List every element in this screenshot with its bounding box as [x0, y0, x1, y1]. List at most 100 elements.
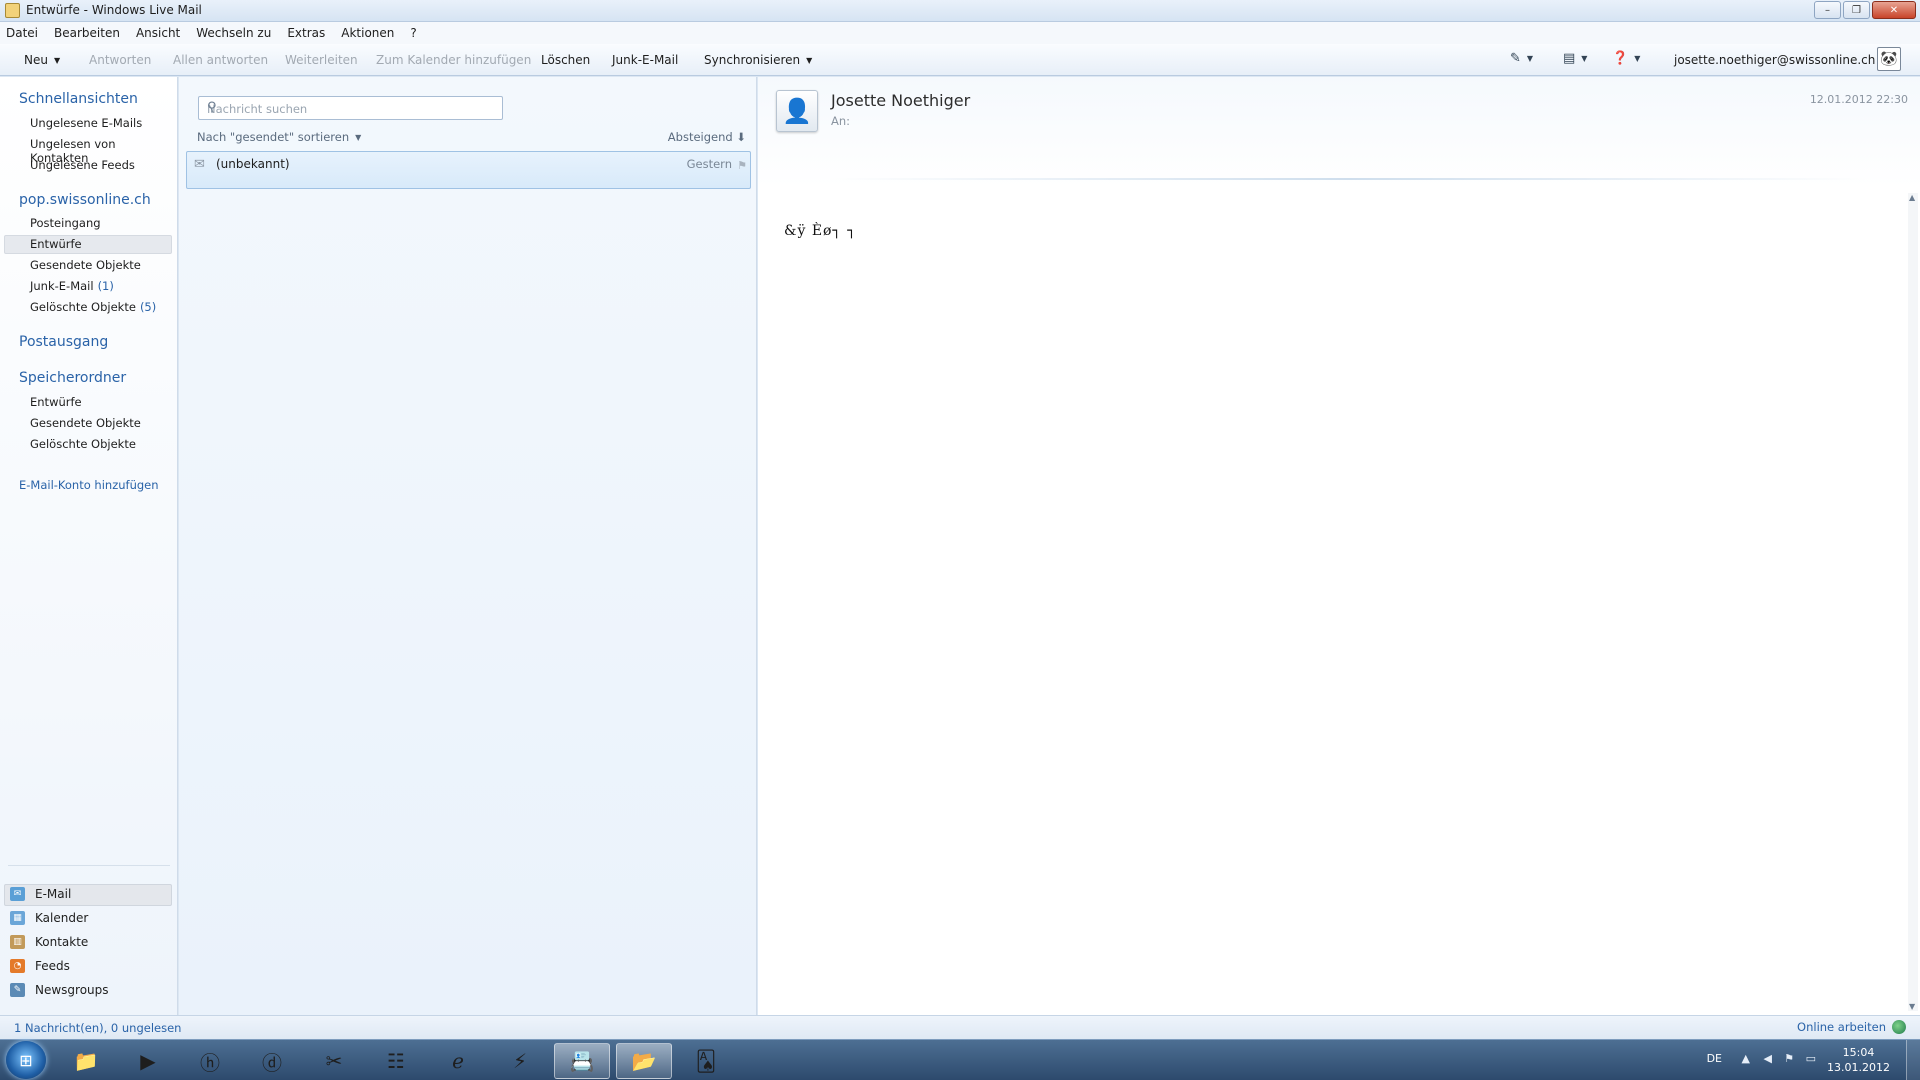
search-icon[interactable]: ⚲: [207, 100, 494, 115]
winamp-icon[interactable]: ⚡: [492, 1043, 548, 1079]
menu-wechseln-zu[interactable]: Wechseln zu: [196, 26, 271, 40]
scroll-up-icon[interactable]: ▲: [1909, 193, 1915, 202]
nav-label: E-Mail: [35, 887, 72, 901]
folder-inbox[interactable]: Posteingang: [30, 216, 101, 230]
menu-help[interactable]: ?: [410, 26, 416, 40]
globe-icon: [1892, 1020, 1906, 1034]
taskbar: ⊞ 📁 ▶ ⓗ ⓓ ✂ ☷ ℯ ⚡ 📇 📂 🂡 DE ▲ ◀ ⚑ ▭ 15:04…: [0, 1039, 1920, 1080]
sender-avatar[interactable]: 👤: [776, 90, 818, 132]
nav-label: Feeds: [35, 959, 70, 973]
nav-mail[interactable]: ✉ E-Mail: [10, 887, 71, 901]
menu-bar: Datei Bearbeiten Ansicht Wechseln zu Ext…: [0, 22, 1920, 44]
window-controls: – ❐ ✕: [1814, 1, 1916, 19]
menu-bearbeiten[interactable]: Bearbeiten: [54, 26, 120, 40]
dreamweaver-icon[interactable]: ⓓ: [244, 1043, 300, 1079]
media-player-icon[interactable]: ▶: [120, 1043, 176, 1079]
junk-button[interactable]: Junk-E-Mail: [612, 53, 678, 67]
unread-count: (1): [97, 279, 114, 293]
chevron-down-icon: ▼: [355, 133, 362, 142]
envelope-icon: ✉: [194, 157, 205, 172]
folder-sent[interactable]: Gesendete Objekte: [30, 258, 141, 272]
add-to-calendar-button[interactable]: Zum Kalender hinzufügen: [376, 53, 531, 67]
sync-button[interactable]: Synchronisieren ▼: [704, 53, 812, 67]
explorer-icon[interactable]: 📁: [58, 1043, 114, 1079]
divider: [8, 865, 170, 866]
solitaire-icon[interactable]: 🂡: [678, 1043, 734, 1079]
nav-feeds[interactable]: ◔ Feeds: [10, 959, 70, 973]
layout-icon[interactable]: ▤ ▼: [1563, 51, 1587, 66]
reply-button[interactable]: Antworten: [89, 53, 151, 67]
message-row[interactable]: ✉ (unbekannt) Gestern ⚑: [186, 151, 751, 189]
search-input[interactable]: Nachricht suchen ⚲: [198, 96, 503, 120]
reply-all-button[interactable]: Allen antworten: [173, 53, 268, 67]
storage-drafts[interactable]: Entwürfe: [30, 395, 82, 409]
sender-name[interactable]: Josette Noethiger: [831, 91, 970, 110]
account-title[interactable]: pop.swissonline.ch: [19, 192, 151, 208]
nav-newsgroups[interactable]: ✎ Newsgroups: [10, 983, 109, 997]
language-indicator[interactable]: DE: [1707, 1052, 1722, 1065]
help-icon[interactable]: ❓ ▼: [1612, 51, 1640, 66]
internet-explorer-icon[interactable]: ℯ: [430, 1043, 486, 1079]
sort-by-dropdown[interactable]: Nach "gesendet" sortieren ▼: [197, 130, 361, 144]
paint-brush-icon[interactable]: ✎ ▼: [1510, 51, 1533, 66]
menu-ansicht[interactable]: Ansicht: [136, 26, 180, 40]
nav-calendar[interactable]: ▦ Kalender: [10, 911, 88, 925]
clock-time: 15:04: [1842, 1046, 1875, 1059]
start-button[interactable]: ⊞: [6, 1041, 46, 1079]
nav-contacts[interactable]: ▥ Kontakte: [10, 935, 88, 949]
folder-label: Junk-E-Mail: [30, 279, 94, 293]
account-menu[interactable]: josette.noethiger@swissonline.ch▼: [1674, 53, 1888, 67]
forward-button[interactable]: Weiterleiten: [285, 53, 358, 67]
storage-title[interactable]: Speicherordner: [19, 370, 126, 386]
folder-unread-feeds[interactable]: Ungelesene Feeds: [30, 158, 135, 172]
network-tray-icon[interactable]: ▭: [1806, 1052, 1816, 1065]
arrow-down-icon: ⬇: [736, 130, 746, 144]
quick-views-title[interactable]: Schnellansichten: [19, 91, 138, 107]
delete-button[interactable]: Löschen: [541, 53, 590, 67]
flag-icon[interactable]: ⚑: [737, 159, 747, 172]
mail-icon: ✉: [10, 887, 25, 901]
folder-deleted[interactable]: Gelöschte Objekte (5): [30, 300, 156, 314]
clock[interactable]: 15:04 13.01.2012: [1827, 1045, 1890, 1075]
menu-datei[interactable]: Datei: [6, 26, 38, 40]
hp-icon[interactable]: ⓗ: [182, 1043, 238, 1079]
mail-icon[interactable]: 📂: [616, 1043, 672, 1079]
contacts-icon[interactable]: 📇: [554, 1043, 610, 1079]
volume-icon[interactable]: ◀: [1764, 1052, 1772, 1065]
show-desktop-button[interactable]: [1906, 1040, 1920, 1080]
folder-drafts[interactable]: Entwürfe: [30, 237, 82, 251]
chevron-down-icon: ▼: [806, 56, 813, 65]
message-body: &ÿ Èø┐ ┐: [784, 223, 857, 239]
storage-sent[interactable]: Gesendete Objekte: [30, 416, 141, 430]
folder-unread-mail[interactable]: Ungelesene E-Mails: [30, 116, 142, 130]
online-status[interactable]: Online arbeiten: [1797, 1020, 1906, 1034]
status-bar: 1 Nachricht(en), 0 ungelesen Online arbe…: [0, 1015, 1920, 1039]
scrollbar[interactable]: ▲ ▼: [1908, 193, 1918, 1011]
show-hidden-icons-icon[interactable]: ▲: [1742, 1052, 1750, 1065]
network-icon[interactable]: ☷: [368, 1043, 424, 1079]
folder-label: Gelöschte Objekte: [30, 300, 136, 314]
outbox-title[interactable]: Postausgang: [19, 334, 108, 350]
minimize-button[interactable]: –: [1814, 1, 1841, 19]
scroll-down-icon[interactable]: ▼: [1909, 1002, 1915, 1011]
restore-button[interactable]: ❐: [1843, 1, 1870, 19]
command-bar: Neu ▼ Antworten Allen antworten Weiterlei…: [0, 44, 1920, 76]
snipping-tool-icon[interactable]: ✂: [306, 1043, 362, 1079]
sort-direction-toggle[interactable]: Absteigend ⬇: [668, 130, 746, 144]
app-icon: [5, 3, 20, 18]
add-account-link[interactable]: E-Mail-Konto hinzufügen: [19, 478, 159, 492]
close-button[interactable]: ✕: [1872, 1, 1916, 19]
divider: [828, 178, 1868, 180]
action-center-flag-icon[interactable]: ⚑: [1784, 1052, 1794, 1065]
menu-extras[interactable]: Extras: [287, 26, 325, 40]
folder-junk[interactable]: Junk-E-Mail (1): [30, 279, 114, 293]
menu-aktionen[interactable]: Aktionen: [341, 26, 394, 40]
feeds-icon: ◔: [10, 959, 25, 973]
new-label: Neu: [24, 53, 48, 67]
storage-deleted[interactable]: Gelöschte Objekte: [30, 437, 136, 451]
online-status-label: Online arbeiten: [1797, 1020, 1886, 1034]
contacts-icon: ▥: [10, 935, 25, 949]
account-avatar[interactable]: 🐼: [1877, 47, 1901, 71]
reading-pane: 👤 Josette Noethiger An: 12.01.2012 22:30…: [758, 77, 1920, 1015]
new-button[interactable]: Neu ▼: [24, 53, 60, 67]
